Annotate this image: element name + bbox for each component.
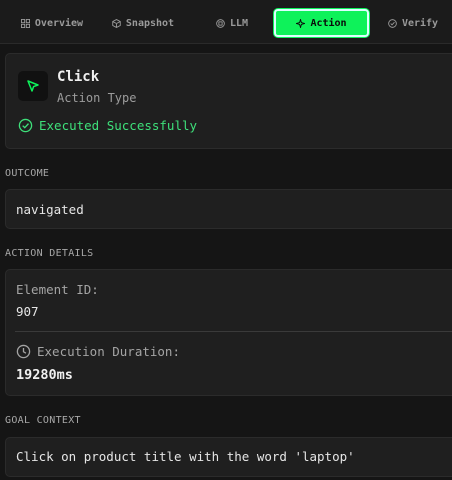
status-text: Executed Successfully [39,118,198,133]
element-id-value: 907 [16,304,39,319]
action-details-card: Element ID: 907 Execution Duration: 1928… [5,269,452,396]
execution-duration-row: Execution Duration: [16,344,180,359]
action-type-label: Action Type [57,91,137,105]
tab-overview-label: Overview [34,17,84,29]
tab-bar: Overview Snapshot LLM Action Verify [0,0,452,44]
status-badge: Executed Successfully [18,118,197,133]
element-id-label: Element ID: [16,282,99,297]
tab-action-label: Action [310,17,347,29]
clock-icon [16,344,31,359]
tab-snapshot-label: Snapshot [125,17,175,29]
tab-action[interactable]: Action [274,9,369,37]
goal-context-title: GOAL CONTEXT [5,415,81,426]
sparkle-icon [296,18,306,28]
tab-overview[interactable]: Overview [14,10,90,36]
cube-icon [112,18,121,28]
check-circle-icon [18,118,33,133]
execution-duration-label: Execution Duration: [37,344,180,359]
grid-icon [20,18,30,28]
tab-snapshot[interactable]: Snapshot [104,10,182,36]
outcome-card: navigated [5,189,452,229]
tab-verify-label: Verify [401,17,439,29]
action-details-title: ACTION DETAILS [5,248,94,259]
tab-verify[interactable]: Verify [380,10,446,36]
details-divider [15,331,452,332]
outcome-value: navigated [16,202,84,217]
action-name: Click [57,69,100,85]
outcome-title: OUTCOME [5,168,50,179]
cursor-pointer-icon [27,80,39,92]
action-icon-box [18,71,48,101]
chip-icon [216,18,225,28]
action-summary-card: Click Action Type Executed Successfully [5,53,452,149]
tab-llm-label: LLM [229,17,249,29]
goal-context-value: Click on product title with the word 'la… [16,449,355,464]
tab-llm[interactable]: LLM [200,10,264,36]
goal-context-card: Click on product title with the word 'la… [5,437,452,477]
check-circle-icon [388,18,397,28]
execution-duration-value: 19280ms [16,367,73,383]
